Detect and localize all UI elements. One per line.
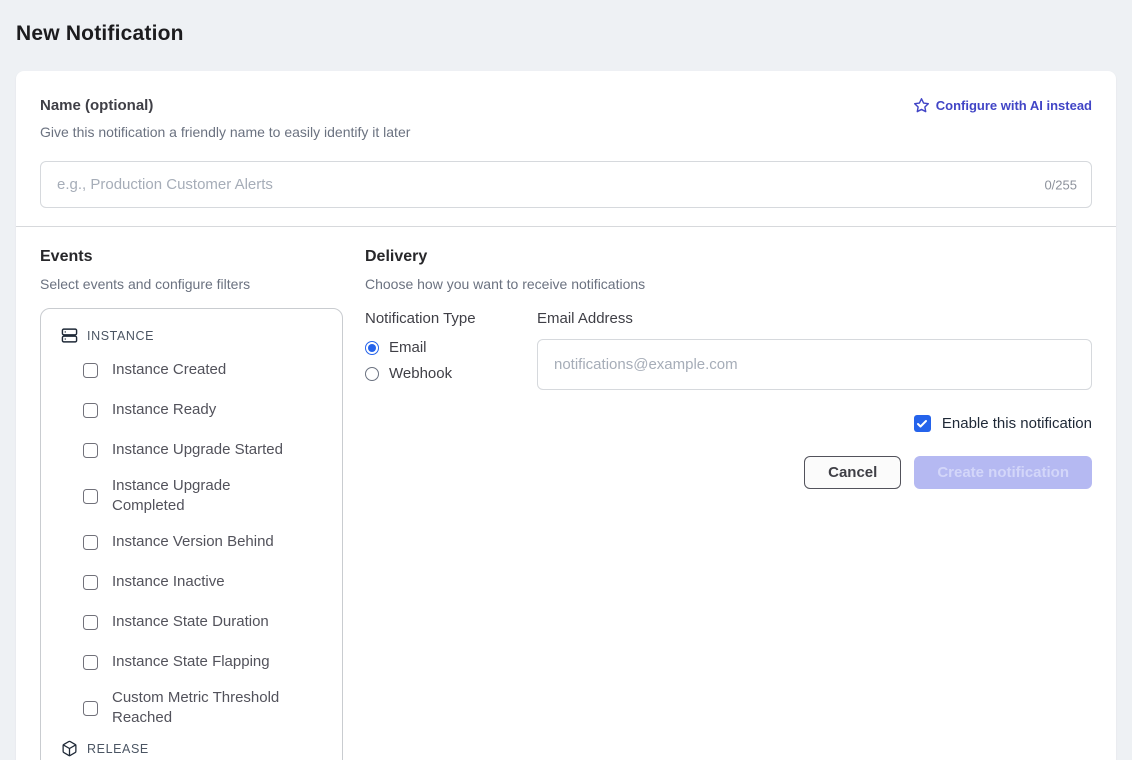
event-label: Custom Metric Threshold Reached — [112, 688, 292, 728]
event-checkbox-row[interactable]: Instance Inactive — [51, 562, 332, 602]
event-checkbox-row[interactable]: Instance State Duration — [51, 602, 332, 642]
events-subtitle: Select events and configure filters — [40, 276, 343, 292]
name-description: Give this notification a friendly name t… — [40, 124, 1092, 140]
event-checkbox-row[interactable]: Instance Version Behind — [51, 522, 332, 562]
char-counter: 0/255 — [1044, 177, 1077, 192]
event-checkbox[interactable] — [83, 489, 98, 504]
server-icon — [61, 327, 78, 344]
event-checkbox[interactable] — [83, 615, 98, 630]
radio-email-label: Email — [389, 339, 427, 356]
star-icon — [913, 97, 930, 114]
name-input[interactable] — [40, 161, 1092, 208]
event-label: Instance Created — [112, 360, 226, 380]
name-section: Name (optional) Configure with AI instea… — [16, 71, 1116, 226]
event-label: Instance State Duration — [112, 612, 269, 632]
event-checkbox-row[interactable]: Instance State Flapping — [51, 642, 332, 682]
event-checkbox[interactable] — [83, 701, 98, 716]
event-group-release: RELEASE — [51, 734, 332, 760]
events-section: Events Select events and configure filte… — [40, 248, 343, 760]
configure-with-ai-label: Configure with AI instead — [936, 98, 1092, 113]
event-label: Instance Ready — [112, 400, 216, 420]
event-checkbox[interactable] — [83, 443, 98, 458]
radio-email[interactable] — [365, 341, 379, 355]
event-checkbox-row[interactable]: Instance Upgrade Started — [51, 430, 332, 470]
event-checkbox-row[interactable]: Instance Created — [51, 350, 332, 390]
enable-notification-checkbox[interactable] — [914, 415, 931, 432]
event-label: Instance Upgrade Started — [112, 440, 283, 460]
events-list: Instance Created Instance Ready Instance… — [51, 350, 332, 734]
event-group-label: INSTANCE — [87, 329, 154, 343]
page-title: New Notification — [16, 0, 1116, 46]
radio-webhook[interactable] — [365, 367, 379, 381]
create-notification-button[interactable]: Create notification — [914, 456, 1092, 489]
package-icon — [61, 740, 78, 757]
events-list-panel: INSTANCE Instance Created Instance Ready… — [40, 308, 343, 760]
name-field-label: Name (optional) — [40, 97, 153, 114]
event-checkbox[interactable] — [83, 363, 98, 378]
email-address-input[interactable] — [537, 339, 1092, 390]
delivery-section: Delivery Choose how you want to receive … — [365, 248, 1092, 760]
event-label: Instance Upgrade Completed — [112, 476, 292, 516]
event-checkbox[interactable] — [83, 655, 98, 670]
event-checkbox-row[interactable]: Custom Metric Threshold Reached — [51, 682, 332, 734]
event-checkbox-row[interactable]: Instance Upgrade Completed — [51, 470, 332, 522]
event-group-label: RELEASE — [87, 742, 149, 756]
event-checkbox-row[interactable]: Instance Ready — [51, 390, 332, 430]
events-title: Events — [40, 248, 343, 266]
radio-option-webhook[interactable]: Webhook — [365, 365, 537, 382]
delivery-subtitle: Choose how you want to receive notificat… — [365, 276, 1092, 292]
event-label: Instance Version Behind — [112, 532, 274, 552]
radio-webhook-label: Webhook — [389, 365, 452, 382]
check-icon — [916, 418, 928, 430]
cancel-button[interactable]: Cancel — [804, 456, 901, 489]
new-notification-card: Name (optional) Configure with AI instea… — [16, 71, 1116, 760]
email-address-label: Email Address — [537, 310, 1092, 327]
email-address-group: Email Address — [537, 310, 1092, 391]
form-actions: Cancel Create notification — [365, 456, 1092, 489]
enable-notification-row[interactable]: Enable this notification — [365, 415, 1092, 432]
delivery-title: Delivery — [365, 248, 1092, 266]
event-group-instance: INSTANCE — [51, 321, 332, 350]
page: New Notification Name (optional) Configu… — [0, 0, 1132, 760]
event-label: Instance State Flapping — [112, 652, 270, 672]
event-checkbox[interactable] — [83, 575, 98, 590]
event-label: Instance Inactive — [112, 572, 225, 592]
notification-type-group: Notification Type Email Webhook — [365, 310, 537, 391]
notification-type-label: Notification Type — [365, 310, 537, 327]
event-checkbox[interactable] — [83, 403, 98, 418]
enable-notification-label: Enable this notification — [942, 415, 1092, 432]
radio-option-email[interactable]: Email — [365, 339, 537, 356]
configure-with-ai-link[interactable]: Configure with AI instead — [913, 97, 1092, 114]
event-checkbox[interactable] — [83, 535, 98, 550]
